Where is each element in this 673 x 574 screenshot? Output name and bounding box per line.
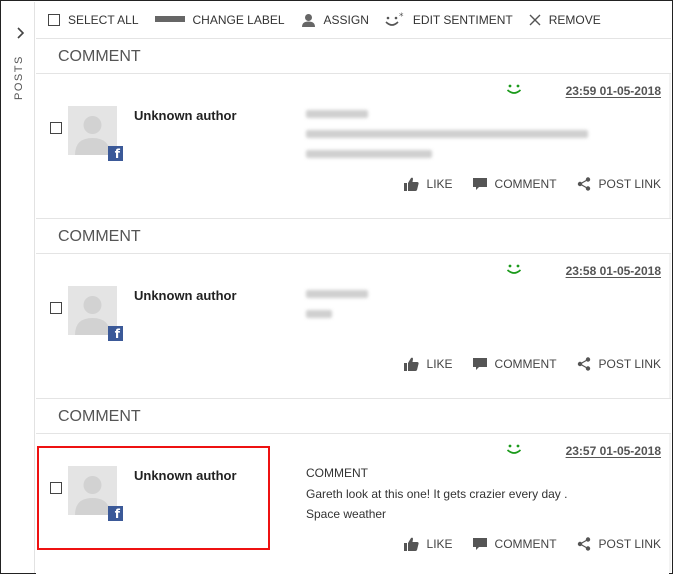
post-card: f Unknown author 23:57 01-05-2018 COMMEN… — [36, 434, 669, 574]
post-body-redacted — [306, 110, 606, 170]
post-checkbox[interactable] — [50, 122, 62, 134]
post-text-line: Space weather — [306, 507, 387, 521]
facebook-icon: f — [108, 506, 123, 521]
share-icon — [577, 357, 591, 371]
label-icon — [154, 16, 185, 24]
posts-rail: POSTS — [2, 2, 35, 573]
share-icon — [577, 537, 591, 551]
facebook-icon: f — [108, 146, 123, 161]
section-header: COMMENT — [36, 38, 671, 74]
close-icon — [529, 14, 541, 26]
post-timestamp-link[interactable]: 23:57 01-05-2018 — [566, 444, 661, 458]
comment-icon — [472, 357, 487, 371]
bulk-action-toolbar: SELECT ALL CHANGE LABEL ASSIGN * EDIT SE… — [36, 2, 671, 38]
comment-button[interactable]: COMMENT — [472, 537, 557, 551]
user-icon — [301, 13, 316, 28]
comment-icon — [472, 537, 487, 551]
post-link-button[interactable]: POST LINK — [577, 537, 661, 551]
comment-button[interactable]: COMMENT — [472, 357, 557, 371]
rail-label[interactable]: POSTS — [11, 55, 27, 102]
author-name: Unknown author — [134, 288, 237, 303]
author-name: Unknown author — [134, 108, 237, 123]
edit-sentiment-button[interactable]: * EDIT SENTIMENT — [385, 12, 513, 28]
thumbs-up-icon — [403, 537, 419, 551]
assign-button[interactable]: ASSIGN — [301, 13, 369, 28]
select-all-checkbox[interactable] — [48, 14, 60, 26]
remove-button[interactable]: REMOVE — [529, 13, 601, 27]
positive-sentiment-icon[interactable] — [505, 262, 523, 276]
positive-sentiment-icon[interactable] — [505, 442, 523, 456]
positive-sentiment-icon[interactable] — [505, 82, 523, 96]
section-header: COMMENT — [36, 218, 671, 254]
section-label: COMMENT — [58, 48, 141, 65]
post-body: COMMENT Gareth look at this one! It gets… — [306, 466, 567, 524]
thumbs-up-icon — [403, 177, 419, 191]
post-text-line: Gareth look at this one! It gets crazier… — [306, 487, 568, 501]
section-label: COMMENT — [58, 408, 141, 425]
app-frame: POSTS SELECT ALL CHANGE LABEL ASSIGN * E… — [0, 0, 673, 574]
like-button[interactable]: LIKE — [403, 177, 453, 191]
post-type-label: COMMENT — [306, 466, 368, 480]
post-actions: LIKE COMMENT POST LINK — [384, 537, 661, 551]
select-all-button[interactable]: SELECT ALL — [48, 13, 139, 27]
section-label: COMMENT — [58, 228, 141, 245]
like-button[interactable]: LIKE — [403, 357, 453, 371]
change-label-button[interactable]: CHANGE LABEL — [154, 13, 285, 27]
svg-text:*: * — [399, 12, 404, 22]
post-actions: LIKE COMMENT POST LINK — [384, 357, 661, 371]
post-checkbox[interactable] — [50, 302, 62, 314]
post-actions: LIKE COMMENT POST LINK — [384, 177, 661, 191]
section-header: COMMENT — [36, 398, 671, 434]
change-label-label: CHANGE LABEL — [192, 13, 285, 27]
author-name: Unknown author — [134, 468, 237, 483]
post-card: f Unknown author 23:59 01-05-2018 LIKE C… — [36, 74, 669, 218]
comment-button[interactable]: COMMENT — [472, 177, 557, 191]
select-all-label: SELECT ALL — [68, 13, 139, 27]
facebook-icon: f — [108, 326, 123, 341]
thumbs-up-icon — [403, 357, 419, 371]
edit-sentiment-label: EDIT SENTIMENT — [412, 13, 513, 27]
share-icon — [577, 177, 591, 191]
assign-label: ASSIGN — [323, 13, 369, 27]
post-timestamp-link[interactable]: 23:58 01-05-2018 — [566, 264, 661, 278]
posts-feed: COMMENT f Unknown author 23:59 01-05-201… — [36, 38, 671, 574]
post-checkbox[interactable] — [50, 482, 62, 494]
remove-label: REMOVE — [548, 13, 601, 27]
post-body-redacted — [306, 290, 606, 330]
like-button[interactable]: LIKE — [403, 537, 453, 551]
comment-icon — [472, 177, 487, 191]
post-timestamp-link[interactable]: 23:59 01-05-2018 — [566, 84, 661, 98]
chevron-right-icon[interactable] — [13, 26, 27, 40]
post-link-button[interactable]: POST LINK — [577, 357, 661, 371]
post-link-button[interactable]: POST LINK — [577, 177, 661, 191]
sentiment-edit-icon: * — [385, 12, 405, 28]
post-card: f Unknown author 23:58 01-05-2018 LIKE C… — [36, 254, 669, 398]
